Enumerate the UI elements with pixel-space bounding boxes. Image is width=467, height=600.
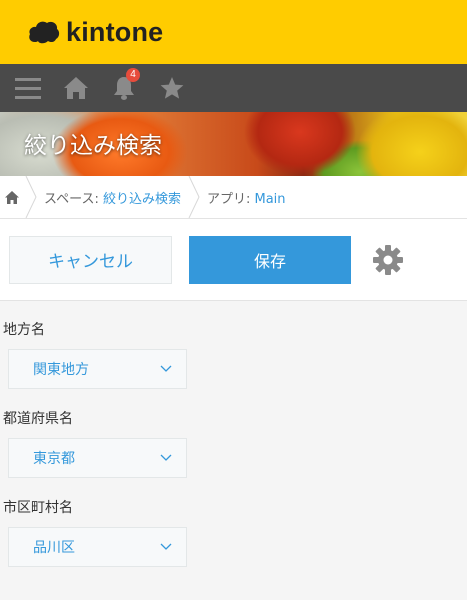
navigation-bar: 4 (0, 64, 467, 112)
settings-button[interactable] (371, 243, 405, 277)
city-select[interactable]: 品川区 (8, 527, 187, 567)
breadcrumb-separator-icon (25, 176, 37, 218)
home-button[interactable] (52, 64, 100, 112)
select-value: 品川区 (33, 540, 75, 556)
breadcrumb-app[interactable]: アプリ: Main (201, 188, 292, 207)
action-bar: キャンセル 保存 (0, 219, 467, 301)
field-city: 市区町村名 品川区 (0, 497, 467, 567)
prefecture-select[interactable]: 東京都 (8, 438, 187, 478)
hamburger-menu-icon (15, 78, 41, 99)
chevron-down-icon (160, 454, 172, 461)
kintone-logo[interactable]: kintone (28, 17, 163, 48)
breadcrumb-app-prefix: アプリ: (206, 191, 255, 207)
breadcrumb-space[interactable]: スペース: 絞り込み検索 (38, 188, 187, 207)
notification-badge: 4 (126, 68, 140, 82)
record-form: 地方名 関東地方 都道府県名 東京都 市区町村名 品川区 (0, 301, 467, 567)
favorites-button[interactable] (148, 64, 196, 112)
breadcrumb-space-link[interactable]: 絞り込み検索 (103, 192, 181, 207)
home-icon (5, 190, 19, 204)
menu-button[interactable] (4, 64, 52, 112)
space-banner: 絞り込み検索 (0, 112, 467, 176)
cancel-button[interactable]: キャンセル (9, 235, 172, 284)
breadcrumb-separator-icon (188, 176, 200, 218)
field-label: 市区町村名 (3, 500, 73, 516)
breadcrumb-app-link[interactable]: Main (254, 192, 285, 207)
field-region: 地方名 関東地方 (0, 319, 467, 389)
select-value: 関東地方 (33, 362, 89, 378)
save-button[interactable]: 保存 (189, 235, 351, 284)
region-select[interactable]: 関東地方 (8, 349, 187, 389)
brand-name: kintone (66, 16, 164, 47)
home-icon (64, 77, 88, 99)
breadcrumb: スペース: 絞り込み検索 アプリ: Main (0, 176, 467, 219)
field-label: 都道府県名 (3, 411, 73, 427)
chevron-down-icon (160, 543, 172, 550)
gear-icon (373, 244, 403, 275)
breadcrumb-home[interactable] (0, 190, 24, 204)
field-label: 地方名 (3, 322, 45, 338)
notifications-button[interactable]: 4 (100, 64, 148, 112)
cloud-logo-icon (29, 21, 60, 44)
space-title: 絞り込み検索 (24, 133, 162, 159)
chevron-down-icon (160, 365, 172, 372)
star-icon (160, 77, 184, 99)
select-value: 東京都 (33, 451, 75, 467)
app-header: kintone (0, 0, 467, 64)
breadcrumb-space-prefix: スペース: (44, 191, 103, 207)
field-prefecture: 都道府県名 東京都 (0, 408, 467, 478)
